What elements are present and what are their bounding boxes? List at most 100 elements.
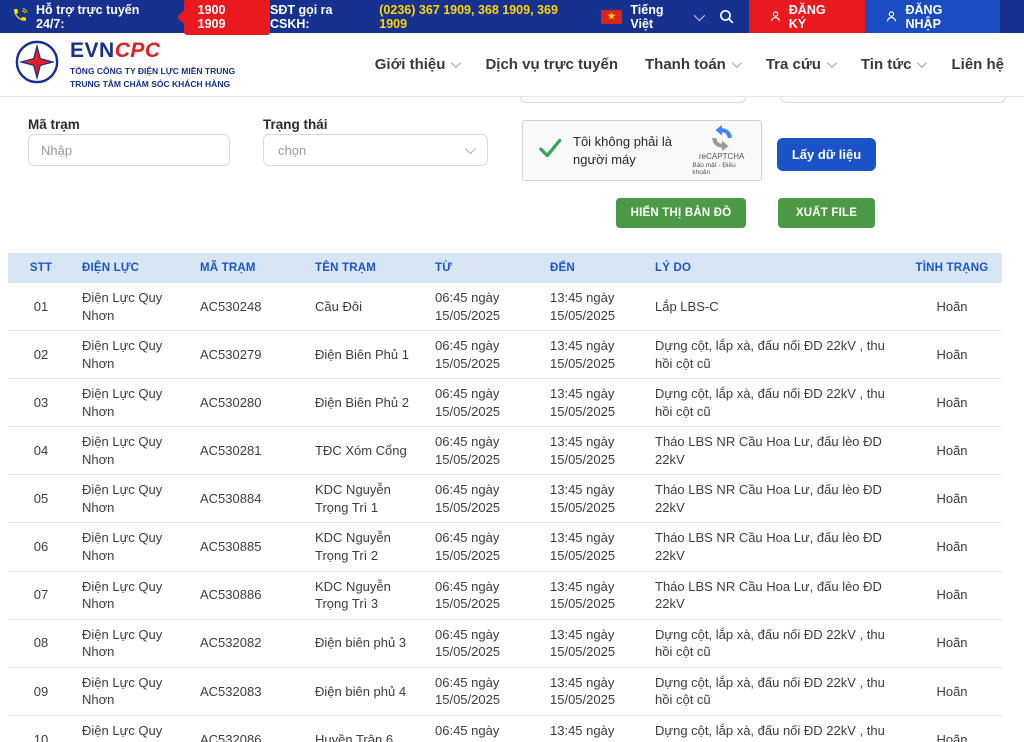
get-data-button[interactable]: Lấy dữ liệu xyxy=(777,138,876,171)
nav-item-label: Thanh toán xyxy=(645,56,726,73)
cell-tinh_trang: Hoãn xyxy=(902,330,1002,380)
chevron-down-icon xyxy=(917,58,928,69)
cell-stt: 01 xyxy=(8,283,74,332)
person-icon xyxy=(769,10,782,23)
recaptcha-brand: reCAPTCHA xyxy=(699,152,745,161)
column-header: TỪ xyxy=(427,253,542,283)
recaptcha-icon xyxy=(711,125,732,151)
cell-ten_tram: TĐC Xóm Cổng xyxy=(307,426,427,476)
cell-ly_do: Tháo LBS NR Cầu Hoa Lư, đấu lèo ĐD 22kV xyxy=(647,426,902,476)
cell-dien_luc: Điện Lực Quy Nhơn xyxy=(74,571,192,620)
column-header: STT xyxy=(8,253,74,283)
cell-ma_tram: AC530886 xyxy=(192,571,307,620)
cell-ten_tram: Điện Biên Phủ 2 xyxy=(307,378,427,428)
table-body: 01 Điện Lực Quy Nhơn AC530248 Cầu Đôi 06:45 … xyxy=(8,283,1002,742)
cell-dien_luc: Điện Lực Quy Nhơn xyxy=(74,522,192,572)
topbar-right: SĐT gọi ra CSKH: (0236) 367 1909, 368 19… xyxy=(270,0,1024,33)
cell-stt: 04 xyxy=(8,426,74,476)
cell-tinh_trang: Hoãn xyxy=(902,571,1002,620)
cell-den: 13:45 ngày 15/05/2025 xyxy=(542,474,647,524)
cell-ten_tram: KDC Nguyễn Trọng Trì 2 xyxy=(307,522,427,572)
cell-tu: 06:45 ngày 15/05/2025 xyxy=(427,378,542,428)
cell-den: 13:45 ngày 15/05/2025 xyxy=(542,330,647,380)
cell-den: 13:45 ngày 15/05/2025 xyxy=(542,522,647,572)
cell-tinh_trang: Hoãn xyxy=(902,474,1002,524)
nav-item[interactable]: Dịch vụ trực tuyến xyxy=(485,56,618,73)
hotline-badge[interactable]: 1900 1909 xyxy=(183,0,270,35)
chevron-down-icon xyxy=(451,58,462,69)
cell-ten_tram: Huyền Trân 6 xyxy=(307,715,427,742)
cell-ma_tram: AC530280 xyxy=(192,378,307,428)
cell-tinh_trang: Hoãn xyxy=(902,283,1002,332)
chevron-down-icon xyxy=(693,9,705,21)
checkmark-icon xyxy=(537,135,563,166)
cell-tu: 06:45 ngày 15/05/2025 xyxy=(427,522,542,572)
support-label: Hỗ trợ trực tuyến 24/7: xyxy=(36,2,140,31)
register-button[interactable]: ĐĂNG KÝ xyxy=(748,0,866,33)
table-header-row: STT ĐIỆN LỰC MÃ TRẠM TÊN TRẠM TỪ ĐẾN LÝ DO TÌNH… xyxy=(8,253,1002,283)
cell-dien_luc: Điện Lực Quy Nhơn xyxy=(74,667,192,716)
nav-item[interactable]: Giới thiệu xyxy=(375,56,462,73)
column-header: ĐẾN xyxy=(542,253,647,283)
cell-tinh_trang: Hoãn xyxy=(902,715,1002,742)
status-select[interactable]: chọn xyxy=(263,134,488,166)
table-row: 09 Điện Lực Quy Nhơn AC532083 Điện biên phủ… xyxy=(8,667,1002,716)
nav-item-label: Tra cứu xyxy=(765,56,821,73)
station-code-input[interactable] xyxy=(28,134,230,166)
export-file-button[interactable]: XUẤT FILE xyxy=(778,198,875,228)
table-row: 06 Điện Lực Quy Nhơn AC530885 KDC Nguyễn Tr… xyxy=(8,522,1002,572)
table-row: 08 Điện Lực Quy Nhơn AC532082 Điện biên phủ… xyxy=(8,619,1002,668)
column-header: ĐIỆN LỰC xyxy=(74,253,192,283)
brand-text: EVNCPC TỔNG CÔNG TY ĐIỆN LỰC MIỀN TRUNG … xyxy=(70,39,235,90)
cell-tu: 06:45 ngày 15/05/2025 xyxy=(427,571,542,620)
outage-table: STT ĐIỆN LỰC MÃ TRẠM TÊN TRẠM TỪ ĐẾN LÝ DO TÌNH… xyxy=(8,253,1002,742)
language-selector[interactable]: Tiếng Việt xyxy=(630,3,705,31)
login-button[interactable]: ĐĂNG NHẬP xyxy=(865,0,1001,33)
cell-den: 13:45 ngày 15/05/2025 xyxy=(542,283,647,332)
cell-tu: 06:45 ngày 15/05/2025 xyxy=(427,474,542,524)
table-row: 04 Điện Lực Quy Nhơn AC530281 TĐC Xóm Cổng 0… xyxy=(8,426,1002,476)
cskh-numbers: (0236) 367 1909, 368 1909, 369 1909 xyxy=(379,2,558,31)
cell-ma_tram: AC532082 xyxy=(192,619,307,668)
table-row: 02 Điện Lực Quy Nhơn AC530279 Điện Biên Phủ… xyxy=(8,330,1002,380)
cell-dien_luc: Điện Lực Quy Nhơn xyxy=(74,715,192,742)
nav-item-label: Liên hệ xyxy=(951,56,1004,73)
cell-ly_do: Dựng cột, lắp xà, đấu nối ĐD 22kV , thu … xyxy=(647,330,902,380)
cell-tinh_trang: Hoãn xyxy=(902,426,1002,476)
nav-item[interactable]: Tin tức xyxy=(861,56,928,73)
cell-ma_tram: AC530248 xyxy=(192,283,307,332)
recaptcha-links[interactable]: Bảo mật - Điều khoản xyxy=(692,162,751,176)
cell-den: 13:45 ngày 15/05/2025 xyxy=(542,426,647,476)
cell-ly_do: Tháo LBS NR Cầu Hoa Lư, đấu lèo ĐD 22kV xyxy=(647,571,902,620)
cell-tu: 06:45 ngày 15/05/2025 xyxy=(427,330,542,380)
cell-ma_tram: AC532086 xyxy=(192,715,307,742)
recaptcha-widget[interactable]: Tôi không phải là người máy reCAPTCHA Bả… xyxy=(522,120,762,181)
recaptcha-text: Tôi không phải là người máy xyxy=(573,133,673,167)
cell-ly_do: Tháo LBS NR Cầu Hoa Lư, đấu lèo ĐD 22kV xyxy=(647,522,902,572)
search-icon[interactable] xyxy=(718,8,735,25)
cell-ly_do: Lắp LBS-C xyxy=(647,283,902,332)
vietnam-flag-icon: ★ xyxy=(600,9,623,24)
cell-ten_tram: Điện Biên Phủ 1 xyxy=(307,330,427,380)
cell-stt: 03 xyxy=(8,378,74,428)
cell-dien_luc: Điện Lực Quy Nhơn xyxy=(74,426,192,476)
brand[interactable]: EVNCPC TỔNG CÔNG TY ĐIỆN LỰC MIỀN TRUNG … xyxy=(0,39,235,90)
cell-ma_tram: AC532083 xyxy=(192,667,307,716)
cell-stt: 05 xyxy=(8,474,74,524)
logo-wordmark: EVNCPC xyxy=(70,39,235,63)
cell-ten_tram: Cầu Đôi xyxy=(307,283,427,332)
cell-den: 13:45 ngày 15/05/2025 xyxy=(542,619,647,668)
table-header: STT ĐIỆN LỰC MÃ TRẠM TÊN TRẠM TỪ ĐẾN LÝ DO TÌNH… xyxy=(8,253,1002,283)
nav-item[interactable]: Liên hệ xyxy=(951,56,1004,73)
cell-stt: 02 xyxy=(8,330,74,380)
nav-item[interactable]: Thanh toán xyxy=(645,56,742,73)
cell-stt: 07 xyxy=(8,571,74,620)
topbar-support: Hỗ trợ trực tuyến 24/7: 1900 1909 xyxy=(0,0,270,35)
show-map-button[interactable]: HIỂN THỊ BẢN ĐỒ xyxy=(616,198,746,228)
chevron-down-icon xyxy=(464,142,477,155)
nav-item[interactable]: Tra cứu xyxy=(765,56,837,73)
chevron-down-icon xyxy=(826,58,837,69)
column-header: TÊN TRẠM xyxy=(307,253,427,283)
cell-tinh_trang: Hoãn xyxy=(902,667,1002,716)
column-header: LÝ DO xyxy=(647,253,902,283)
